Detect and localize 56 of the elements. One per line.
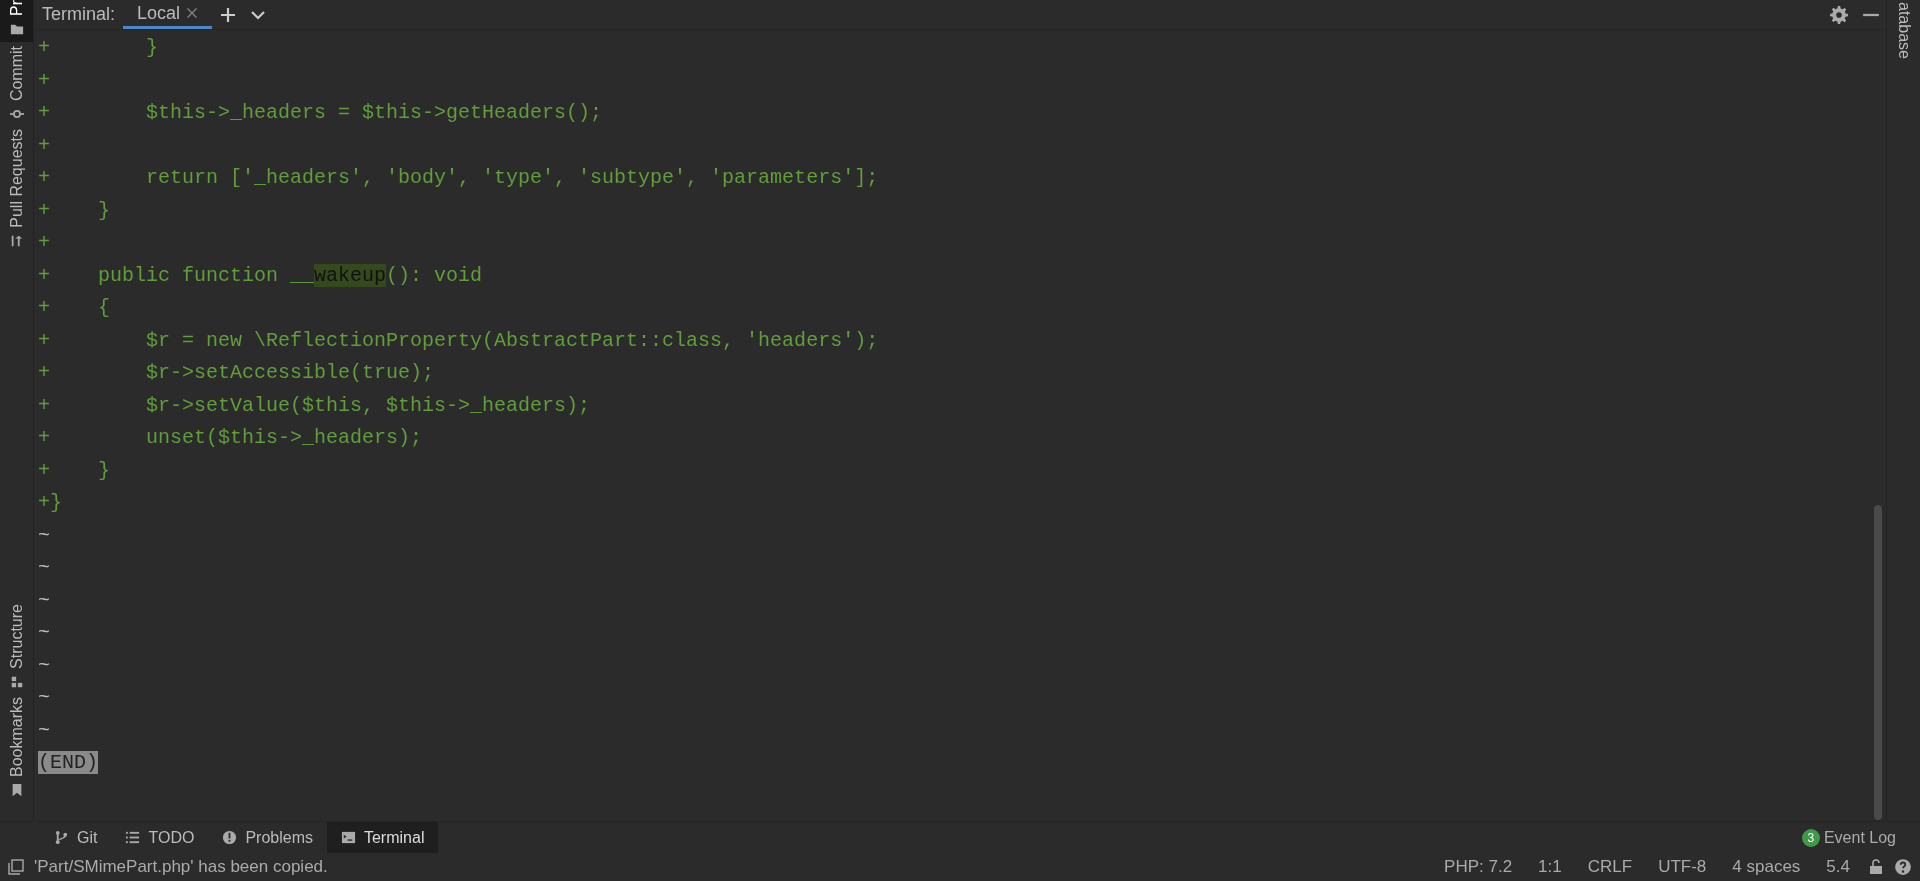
code-line: + return ['_headers', 'body', 'type', 'subtype', 'parameters']; [38,166,879,189]
status-item[interactable]: PHP: 7.2 [1436,854,1521,880]
warning-icon [222,830,238,845]
tilde-line: ~ [38,718,50,742]
status-message: 'Part/SMimePart.php' has been copied. [34,856,328,879]
panel-title: Terminal: [42,3,116,26]
tool-window-tab[interactable]: Git [40,822,112,853]
tilde-line: ~ [38,588,50,612]
status-item[interactable]: 5.4 [1818,854,1858,880]
code-line: + public function __wakeup(): void [38,263,483,287]
tool-window-tab[interactable]: Terminal [326,822,439,853]
status-item[interactable]: CRLF [1579,854,1641,880]
code-line: +} [38,491,62,514]
code-line: + [38,133,50,157]
event-log-button[interactable]: 3 Event Log [1801,825,1896,850]
settings-icon[interactable] [1830,5,1848,24]
tool-window-tab[interactable]: TODO [111,822,209,853]
terminal-icon [340,830,356,845]
sidebar-tab[interactable]: Commit [0,42,33,126]
code-line: + } [38,458,110,482]
sidebar-tab[interactable]: Structure [0,600,33,693]
tool-window-tab[interactable]: Problems [208,822,327,853]
tilde-line: ~ [38,523,50,547]
plus-icon[interactable] [220,6,237,23]
code-line: + } [38,36,159,59]
pager-prompt: (END) [38,751,98,774]
pull-request-icon [9,233,24,248]
branch-icon [54,830,69,845]
tilde-line: ~ [38,621,50,644]
folder-icon [9,22,24,36]
scrollbar-thumb[interactable] [1874,505,1882,820]
code-line: + } [38,198,110,222]
sidebar-tab[interactable]: Bookmarks [0,692,33,801]
status-item[interactable]: 4 spaces [1724,854,1809,880]
code-line: + [38,68,50,92]
sidebar-tab[interactable]: Pull Requests [0,125,33,252]
sidebar-tab[interactable]: atabase [1895,0,1912,59]
code-line: + $r->setValue($this, $this->_headers); [38,393,591,417]
lock-icon [1868,859,1884,875]
sidebar-tab[interactable]: Pr [0,0,33,42]
structure-icon [9,674,24,689]
code-line: + unset($this->_headers); [38,426,423,449]
code-line: + $this->_headers = $this->getHeaders(); [38,101,603,124]
help-icon [1894,858,1912,876]
status-item[interactable]: 1:1 [1530,854,1570,880]
close-icon[interactable] [186,7,199,19]
code-line: + [38,231,50,254]
list-icon [125,830,141,845]
tilde-line: ~ [38,653,50,677]
status-item[interactable]: UTF-8 [1650,854,1715,880]
tilde-line: ~ [38,556,50,579]
code-line: + { [38,296,110,319]
code-line: + $r = new \ReflectionProperty(AbstractPart::class, 'headers'); [38,328,879,352]
tilde-line: ~ [38,686,50,709]
code-line: + $r->setAccessible(true); [38,361,435,384]
copy-icon [8,859,24,875]
